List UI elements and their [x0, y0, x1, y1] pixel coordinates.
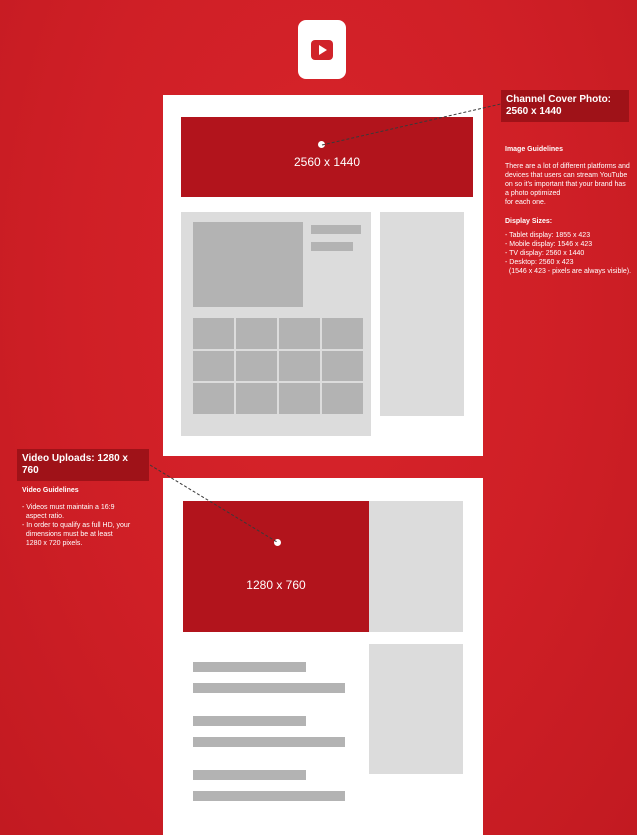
- featured-title-bar: [311, 225, 361, 234]
- note-line: aspect ratio.: [22, 513, 65, 520]
- video-callout-title: Video Uploads: 1280 x 760: [22, 453, 128, 476]
- note-line: There are a lot of different platforms a…: [505, 163, 630, 170]
- featured-video-thumb: [193, 222, 303, 307]
- video-guidelines-title: Video Guidelines: [22, 487, 79, 494]
- youtube-play-icon: [311, 39, 333, 60]
- grid-thumb: [279, 350, 320, 382]
- video-guidelines-note: Video Guidelines - Videos must maintain …: [22, 486, 157, 548]
- video-sidebar-top: [369, 501, 463, 632]
- size-line: (1546 x 423 - pixels are always visible)…: [505, 268, 632, 275]
- video-size-label: 1280 x 760: [246, 577, 306, 592]
- grid-thumb: [236, 383, 277, 414]
- grid-thumb: [236, 350, 277, 382]
- video-callout: Video Uploads: 1280 x 760: [17, 449, 149, 481]
- note-line: devices that users can stream YouTube: [505, 172, 628, 179]
- channel-page-mockup: 2560 x 1440: [163, 95, 483, 456]
- channel-cover-size-label: 2560 x 1440: [293, 155, 361, 169]
- text-line: [193, 791, 345, 801]
- grid-thumb: [236, 318, 277, 349]
- grid-thumb: [193, 383, 234, 414]
- text-line: [193, 662, 306, 672]
- note-line: for each one.: [505, 199, 546, 206]
- video-guidelines-text: - Videos must maintain a 16:9 aspect rat…: [22, 503, 157, 548]
- grid-thumb: [279, 383, 320, 414]
- text-line: [193, 737, 345, 747]
- youtube-logo: [298, 20, 346, 79]
- note-line: dimensions must be at least: [22, 531, 113, 538]
- size-line: - TV display: 2560 x 1440: [505, 250, 585, 257]
- note-line: on so it's important that your brand has: [505, 181, 626, 188]
- channel-sidebar: [380, 212, 464, 416]
- image-guidelines-note: Image Guidelines There are a lot of diff…: [505, 145, 637, 276]
- note-line: 1280 x 720 pixels.: [22, 540, 83, 547]
- display-sizes-title: Display Sizes:: [505, 218, 553, 225]
- video-page-mockup: 1280 x 760: [163, 478, 483, 835]
- display-sizes-list: - Tablet display: 1855 x 423 - Mobile di…: [505, 231, 637, 276]
- note-line: - In order to qualify as full HD, your: [22, 522, 131, 529]
- channel-main-area: [181, 212, 371, 436]
- cover-callout-size: 2560 x 1440: [506, 106, 562, 117]
- text-line: [193, 683, 345, 693]
- grid-thumb: [322, 350, 363, 382]
- size-line: - Desktop: 2560 x 423: [505, 259, 574, 266]
- grid-thumb: [279, 318, 320, 349]
- grid-thumb: [193, 350, 234, 382]
- text-line: [193, 770, 306, 780]
- video-thumbnail-grid: [193, 318, 363, 414]
- note-line: a photo optimized: [505, 190, 561, 197]
- note-line: - Videos must maintain a 16:9: [22, 504, 115, 511]
- grid-thumb: [193, 318, 234, 349]
- size-line: - Mobile display: 1546 x 423: [505, 241, 593, 248]
- cover-anchor-dot: [318, 141, 325, 148]
- size-line: - Tablet display: 1855 x 423: [505, 232, 591, 239]
- grid-thumb: [322, 383, 363, 414]
- video-player-block: 1280 x 760: [183, 501, 369, 632]
- channel-cover-block: 2560 x 1440: [181, 117, 473, 197]
- featured-meta-bar: [311, 242, 353, 251]
- cover-callout: Channel Cover Photo: 2560 x 1440: [501, 90, 629, 122]
- cover-callout-title: Channel Cover Photo:: [506, 94, 612, 105]
- text-line: [193, 716, 306, 726]
- video-sidebar-bottom: [369, 644, 463, 774]
- image-guidelines-title: Image Guidelines: [505, 146, 563, 153]
- video-anchor-dot: [274, 539, 281, 546]
- grid-thumb: [322, 318, 363, 349]
- image-guidelines-text: There are a lot of different platforms a…: [505, 162, 637, 207]
